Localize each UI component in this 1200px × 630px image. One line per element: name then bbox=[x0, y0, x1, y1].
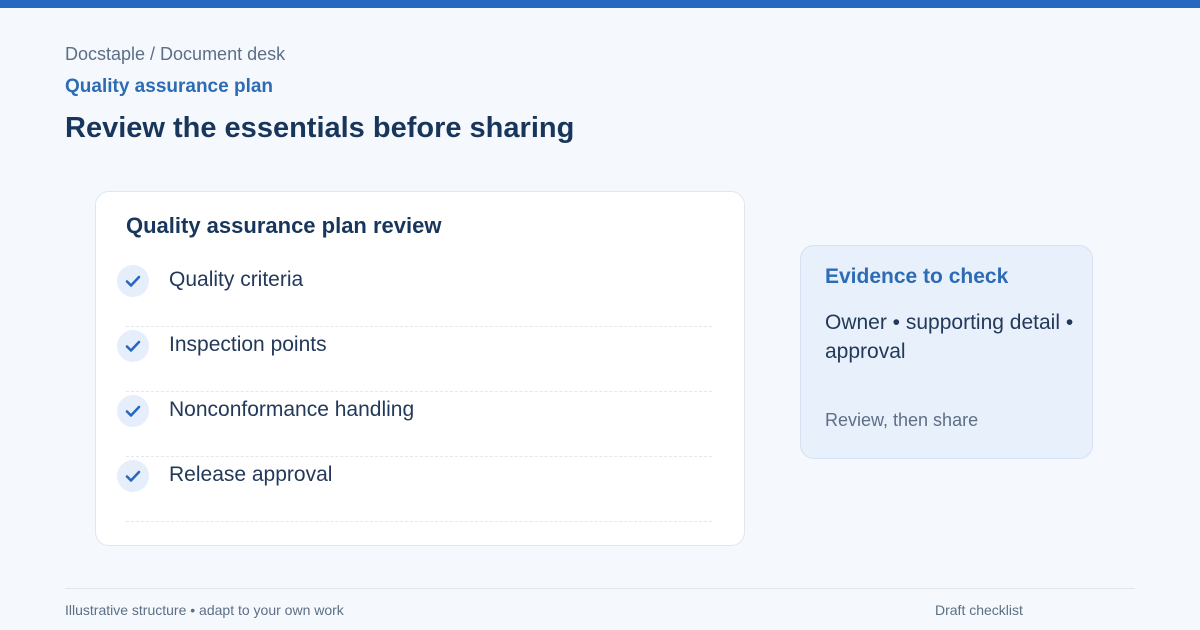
breadcrumb[interactable]: Docstaple / Document desk bbox=[65, 44, 285, 65]
check-icon bbox=[125, 470, 141, 482]
check-icon bbox=[125, 340, 141, 352]
document-desk-page: Docstaple / Document desk Quality assura… bbox=[0, 0, 1200, 630]
checkbox-checked[interactable] bbox=[117, 330, 149, 362]
evidence-title: Evidence to check bbox=[825, 265, 1009, 288]
section-label: Quality assurance plan bbox=[65, 76, 274, 97]
checklist-card: Quality assurance plan review Quality cr… bbox=[95, 191, 745, 546]
checklist-item-label: Quality criteria bbox=[169, 268, 304, 291]
check-icon bbox=[125, 405, 141, 417]
checkbox-checked[interactable] bbox=[117, 265, 149, 297]
check-icon bbox=[125, 275, 141, 287]
checklist-item-quality-criteria[interactable]: Quality criteria bbox=[117, 262, 712, 327]
checkbox-checked[interactable] bbox=[117, 460, 149, 492]
page-title: Review the essentials before sharing bbox=[65, 112, 575, 144]
checklist-item-label: Nonconformance handling bbox=[169, 398, 415, 421]
checklist-title: Quality assurance plan review bbox=[126, 213, 442, 238]
checklist-item-label: Inspection points bbox=[169, 333, 327, 356]
footer-status: Draft checklist bbox=[935, 602, 1023, 618]
evidence-panel: Evidence to check Owner • supporting det… bbox=[800, 245, 1093, 459]
footer-divider bbox=[65, 588, 1135, 589]
checklist-item-release-approval[interactable]: Release approval bbox=[117, 457, 712, 522]
checklist-item-label: Release approval bbox=[169, 463, 333, 486]
top-accent-bar bbox=[0, 0, 1200, 8]
checklist-item-nonconformance-handling[interactable]: Nonconformance handling bbox=[117, 392, 712, 457]
checklist-item-inspection-points[interactable]: Inspection points bbox=[117, 327, 712, 392]
checkbox-checked[interactable] bbox=[117, 395, 149, 427]
footer-note: Illustrative structure • adapt to your o… bbox=[65, 602, 344, 618]
evidence-note: Review, then share bbox=[825, 410, 979, 430]
evidence-body: Owner • supporting detail • approval bbox=[825, 311, 1074, 363]
